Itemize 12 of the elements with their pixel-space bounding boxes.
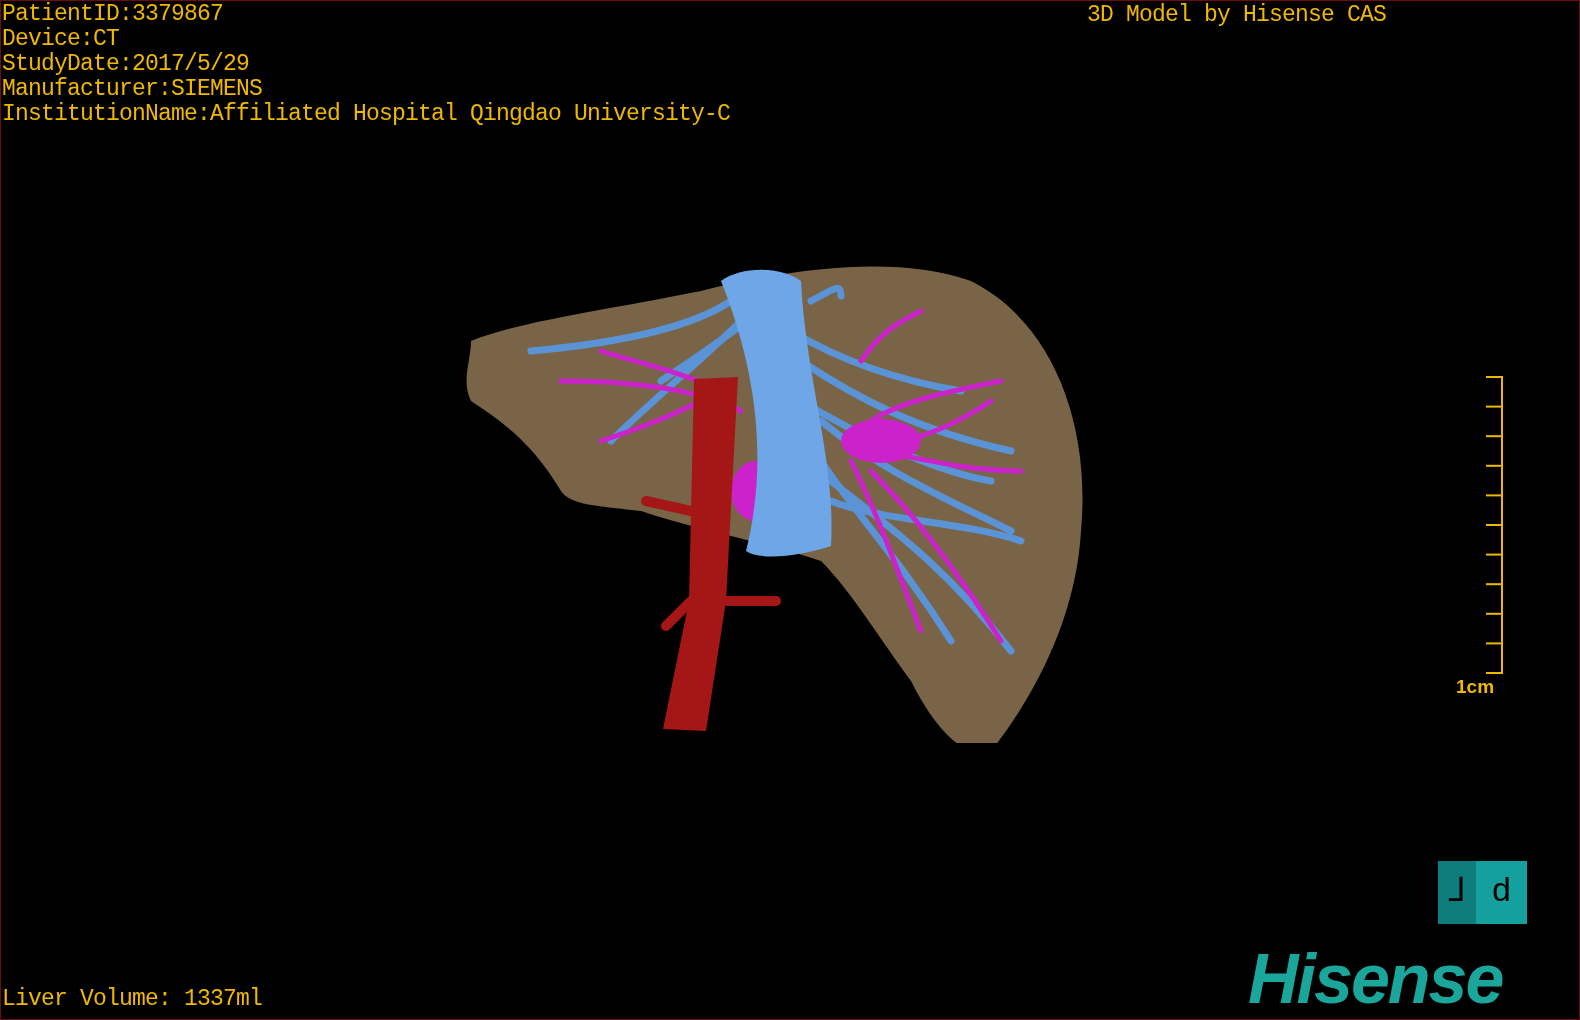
scale-bar-icon bbox=[1485, 375, 1505, 675]
cube-face-label: ⅃ bbox=[1448, 872, 1466, 913]
scale-label: 1cm bbox=[1456, 676, 1495, 698]
study-info-text: PatientID:3379867 bbox=[2, 2, 224, 27]
cube-face-label: d bbox=[1491, 872, 1512, 913]
study-info-text: Device:CT bbox=[2, 27, 120, 52]
liver-volume-text: Liver Volume: 1337ml bbox=[2, 987, 263, 1012]
study-info-text: InstitutionName:Affiliated Hospital Qingdao University-C bbox=[2, 102, 731, 127]
study-info-text: StudyDate:2017/5/29 bbox=[2, 52, 250, 77]
brand-logo: Hisense bbox=[1248, 943, 1503, 1015]
model-title: 3D Model by Hisense CAS bbox=[1087, 3, 1387, 28]
study-info-text: Manufacturer:SIEMENS bbox=[2, 77, 263, 102]
